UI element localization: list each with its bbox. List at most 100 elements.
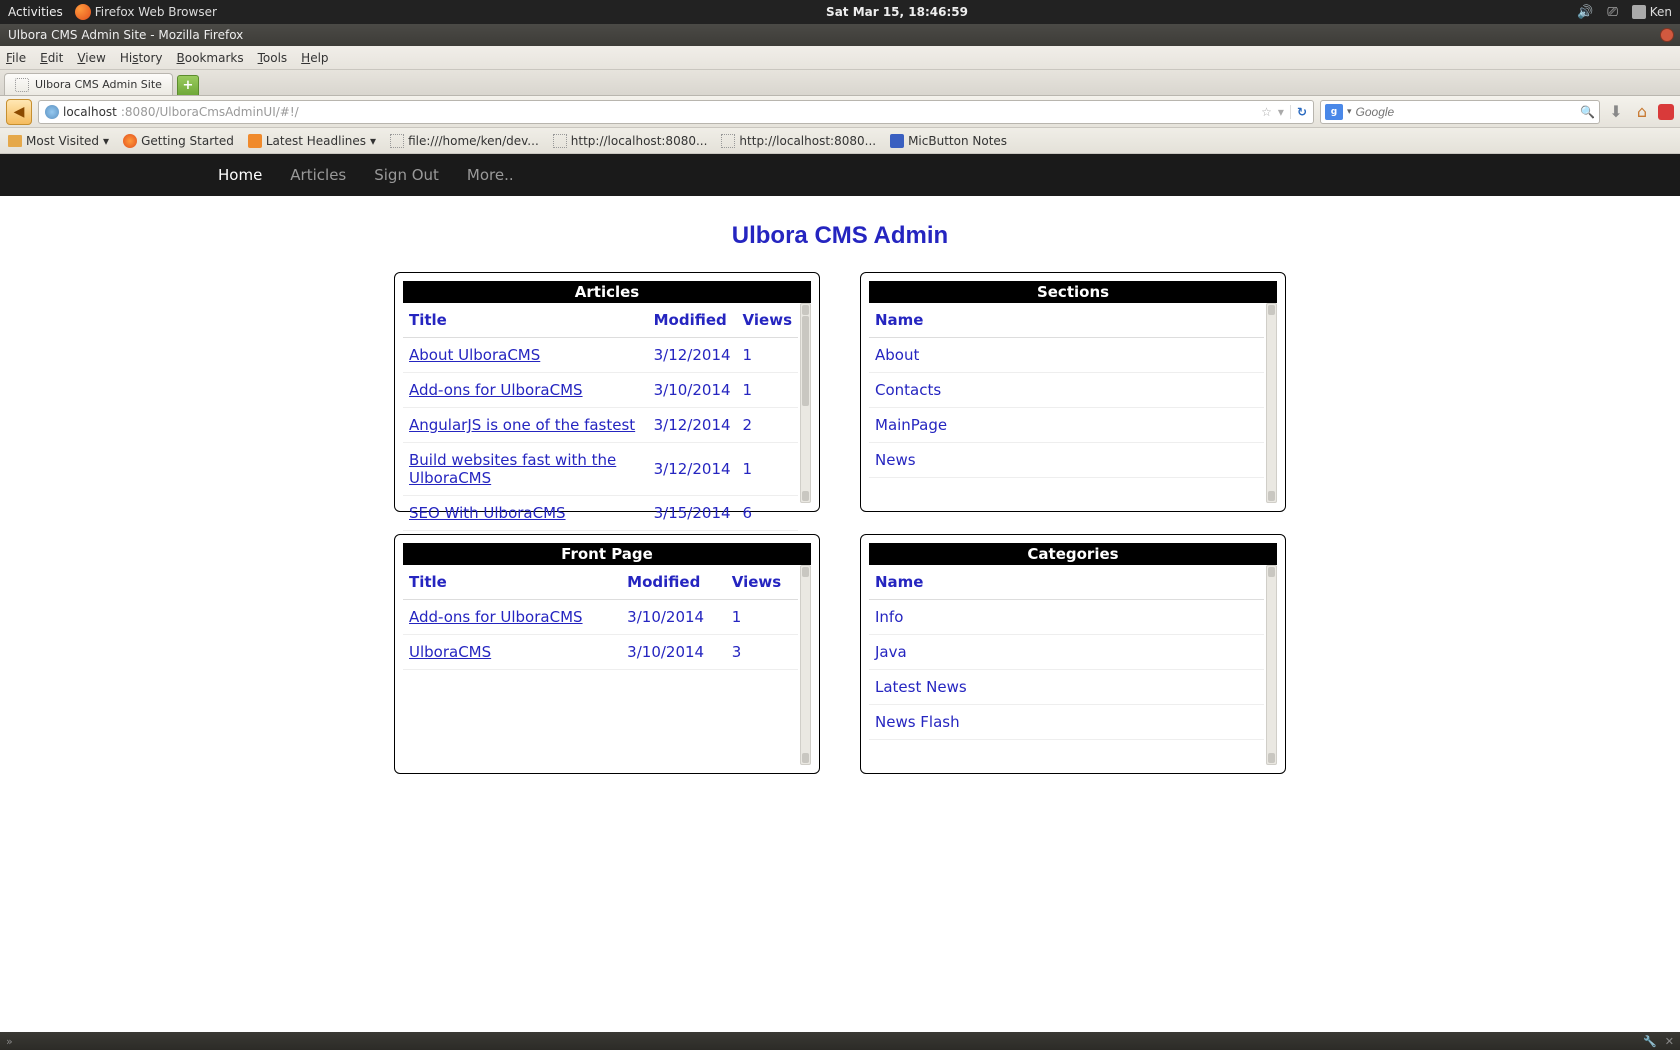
section-name[interactable]: About <box>869 338 1264 373</box>
search-engine-dropdown[interactable]: ▾ <box>1347 107 1352 117</box>
tab-favicon <box>15 78 29 92</box>
bookmark-label: Getting Started <box>141 134 234 148</box>
bookmark-mic-notes[interactable]: MicButton Notes <box>890 134 1007 148</box>
category-name[interactable]: Java <box>869 635 1264 670</box>
cell-modified: 3/10/2014 <box>648 373 737 408</box>
scrollbar[interactable] <box>800 303 811 503</box>
frontpage-link[interactable]: Add-ons for UlboraCMS <box>409 608 583 626</box>
cell-modified: 3/10/2014 <box>621 635 726 670</box>
refresh-button[interactable]: ↻ <box>1290 105 1307 119</box>
menu-bookmarks[interactable]: Bookmarks <box>177 51 244 65</box>
category-name[interactable]: Latest News <box>869 670 1264 705</box>
section-name[interactable]: MainPage <box>869 408 1264 443</box>
col-modified: Modified <box>621 565 726 600</box>
pocket-button[interactable] <box>1658 104 1674 120</box>
window-title: Ulbora CMS Admin Site - Mozilla Firefox <box>8 28 243 42</box>
menu-view[interactable]: View <box>77 51 105 65</box>
search-bar[interactable]: g ▾ 🔍 <box>1320 100 1600 124</box>
menu-edit[interactable]: Edit <box>40 51 63 65</box>
new-tab-button[interactable]: + <box>177 75 199 95</box>
bookmark-http1[interactable]: http://localhost:8080... <box>553 134 708 148</box>
scrollbar[interactable] <box>800 565 811 765</box>
bookmark-getting-started[interactable]: Getting Started <box>123 134 234 148</box>
panel-header: Articles <box>403 281 811 303</box>
globe-icon <box>45 105 59 119</box>
bookmark-label: Latest Headlines <box>266 134 366 148</box>
table-row: About <box>869 338 1264 373</box>
active-app-label: Firefox Web Browser <box>95 5 217 19</box>
col-modified: Modified <box>648 303 737 338</box>
cms-navbar: Home Articles Sign Out More.. <box>0 154 1680 196</box>
bookmark-latest-headlines[interactable]: Latest Headlines ▾ <box>248 134 376 148</box>
clock[interactable]: Sat Mar 15, 18:46:59 <box>217 5 1577 19</box>
window-close-button[interactable] <box>1660 28 1674 42</box>
cell-views: 3 <box>726 635 798 670</box>
scrollbar[interactable] <box>1266 303 1277 503</box>
bookmark-label: MicButton Notes <box>908 134 1007 148</box>
scrollbar[interactable] <box>1266 565 1277 765</box>
browser-tab[interactable]: Ulbora CMS Admin Site <box>4 73 173 95</box>
article-link[interactable]: Add-ons for UlboraCMS <box>409 381 583 399</box>
firebug-icon[interactable]: 🔧 <box>1643 1035 1657 1048</box>
frontpage-link[interactable]: UlboraCMS <box>409 643 491 661</box>
status-left-icon[interactable]: » <box>6 1035 13 1048</box>
dashboard: Articles Title Modified Views About Ulbo… <box>0 272 1680 774</box>
active-app[interactable]: Firefox Web Browser <box>75 4 217 20</box>
menu-help[interactable]: Help <box>301 51 328 65</box>
section-name[interactable]: Contacts <box>869 373 1264 408</box>
network-icon[interactable]: ⎚ <box>1607 5 1617 20</box>
mic-icon <box>890 134 904 148</box>
volume-icon[interactable]: 🔊 <box>1577 5 1593 20</box>
bookmark-file-link[interactable]: file:///home/ken/dev... <box>390 134 539 148</box>
menu-tools[interactable]: Tools <box>258 51 288 65</box>
activities-button[interactable]: Activities <box>8 5 63 19</box>
bookmark-star-icon[interactable]: ☆ <box>1261 105 1272 119</box>
home-button[interactable]: ⌂ <box>1632 102 1652 122</box>
cell-views: 1 <box>737 338 798 373</box>
page-title: Ulbora CMS Admin <box>0 222 1680 250</box>
tab-bar: Ulbora CMS Admin Site + <box>0 70 1680 96</box>
tab-label: Ulbora CMS Admin Site <box>35 78 162 91</box>
cell-views: 2 <box>737 408 798 443</box>
nav-more[interactable]: More.. <box>467 166 514 184</box>
category-name[interactable]: Info <box>869 600 1264 635</box>
menu-history[interactable]: History <box>120 51 163 65</box>
back-button[interactable]: ◀ <box>6 99 32 125</box>
navigation-toolbar: ◀ localhost:8080/UlboraCmsAdminUI/#!/ ☆ … <box>0 96 1680 128</box>
nav-signout[interactable]: Sign Out <box>374 166 439 184</box>
dropdown-icon[interactable]: ▾ <box>1278 105 1284 119</box>
bookmark-most-visited[interactable]: Most Visited ▾ <box>8 134 109 148</box>
table-row: SEO With UlboraCMS3/15/20146 <box>403 496 798 531</box>
table-row: UlboraCMS 3/10/20143 <box>403 635 798 670</box>
panel-header: Sections <box>869 281 1277 303</box>
status-close-icon[interactable]: ✕ <box>1665 1035 1674 1048</box>
bookmark-label: file:///home/ken/dev... <box>408 134 539 148</box>
articles-panel: Articles Title Modified Views About Ulbo… <box>394 272 820 512</box>
bookmark-http2[interactable]: http://localhost:8080... <box>721 134 876 148</box>
downloads-button[interactable]: ⬇ <box>1606 102 1626 122</box>
user-name: Ken <box>1650 5 1672 19</box>
table-row: Latest News <box>869 670 1264 705</box>
section-name[interactable]: News <box>869 443 1264 478</box>
article-link[interactable]: AngularJS is one of the fastest <box>409 416 635 434</box>
search-icon[interactable]: 🔍 <box>1580 105 1595 119</box>
category-name[interactable]: News Flash <box>869 705 1264 740</box>
nav-home[interactable]: Home <box>218 166 262 184</box>
nav-articles[interactable]: Articles <box>290 166 346 184</box>
article-link[interactable]: SEO With UlboraCMS <box>409 504 566 522</box>
article-link[interactable]: Build websites fast with the UlboraCMS <box>409 451 616 487</box>
table-row: Build websites fast with the UlboraCMS3/… <box>403 443 798 496</box>
url-bar[interactable]: localhost:8080/UlboraCmsAdminUI/#!/ ☆ ▾ … <box>38 100 1314 124</box>
article-link[interactable]: About UlboraCMS <box>409 346 540 364</box>
menu-file[interactable]: File <box>6 51 26 65</box>
user-menu[interactable]: Ken <box>1632 5 1672 19</box>
col-views: Views <box>726 565 798 600</box>
table-row: News Flash <box>869 705 1264 740</box>
search-input[interactable] <box>1356 105 1577 119</box>
articles-table: Title Modified Views About UlboraCMS3/12… <box>403 303 798 531</box>
cell-views: 1 <box>737 373 798 408</box>
col-views: Views <box>737 303 798 338</box>
cell-modified: 3/10/2014 <box>621 600 726 635</box>
cell-modified: 3/15/2014 <box>648 496 737 531</box>
frontpage-table: Title Modified Views Add-ons for UlboraC… <box>403 565 798 670</box>
